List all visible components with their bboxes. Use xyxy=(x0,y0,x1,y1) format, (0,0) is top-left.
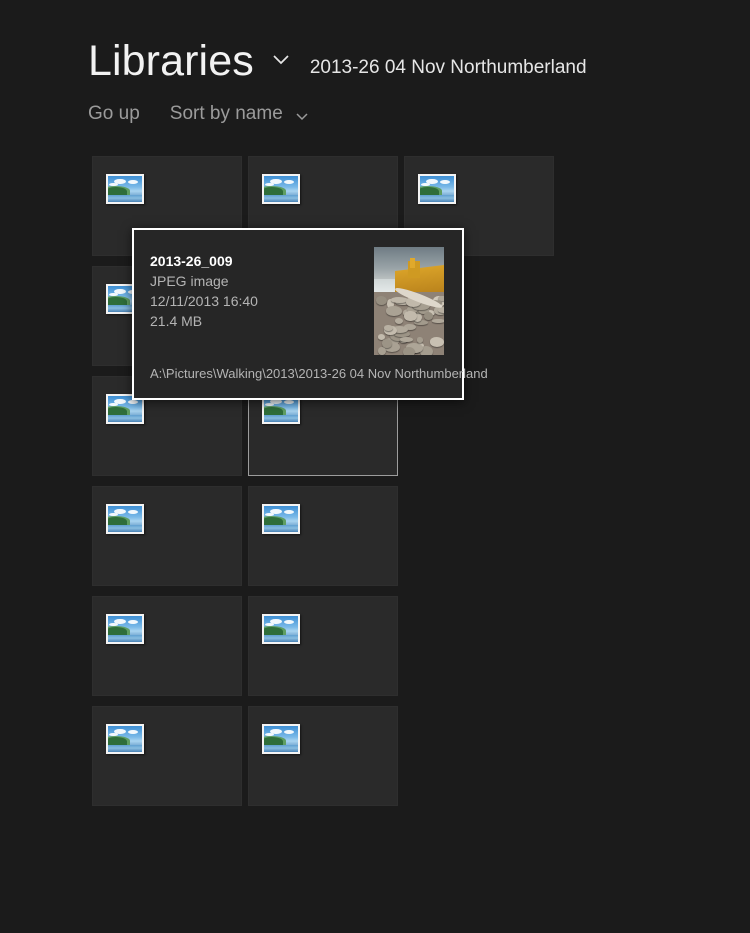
image-file-icon xyxy=(262,614,300,644)
file-tile[interactable] xyxy=(92,486,242,586)
preview-pebble xyxy=(384,325,393,332)
file-tile[interactable] xyxy=(92,706,242,806)
preview-castle-tower xyxy=(410,257,416,268)
image-file-icon xyxy=(418,174,456,204)
image-file-icon xyxy=(262,174,300,204)
file-tile[interactable] xyxy=(248,706,398,806)
image-file-icon xyxy=(106,504,144,534)
tooltip-file-size: 21.4 MB xyxy=(150,313,203,329)
tooltip-date-modified: 12/11/2013 16:40 xyxy=(150,293,258,309)
file-info-tooltip: 2013-26_009 JPEG image 12/11/2013 16:40 … xyxy=(132,228,488,400)
image-file-icon xyxy=(262,504,300,534)
photo-preview-thumbnail xyxy=(374,247,444,355)
image-file-icon xyxy=(262,724,300,754)
image-file-icon xyxy=(106,174,144,204)
file-tile[interactable] xyxy=(248,486,398,586)
file-tile-grid xyxy=(0,0,750,933)
tooltip-metadata: 2013-26_009 JPEG image 12/11/2013 16:40 … xyxy=(150,252,370,331)
preview-pebble xyxy=(403,310,417,322)
preview-pebble xyxy=(416,337,424,343)
file-tile[interactable] xyxy=(92,596,242,696)
preview-pebble xyxy=(385,305,402,317)
tooltip-file-type: JPEG image xyxy=(150,273,229,289)
libraries-file-browser: Libraries 2013-26 04 Nov Northumberland … xyxy=(0,0,750,933)
preview-pebble xyxy=(394,318,403,324)
preview-pebble xyxy=(376,295,388,305)
image-file-icon xyxy=(106,614,144,644)
preview-pebble xyxy=(377,346,386,355)
preview-pebble xyxy=(400,337,413,342)
tooltip-file-path: A:\Pictures\Walking\2013\2013-26 04 Nov … xyxy=(150,366,488,381)
file-tile[interactable] xyxy=(248,596,398,696)
preview-pebble xyxy=(423,312,433,320)
tooltip-filename: 2013-26_009 xyxy=(150,253,233,269)
preview-pebble xyxy=(429,337,444,347)
preview-pebble xyxy=(437,307,444,313)
preview-pebble xyxy=(431,318,444,324)
image-file-icon xyxy=(106,724,144,754)
